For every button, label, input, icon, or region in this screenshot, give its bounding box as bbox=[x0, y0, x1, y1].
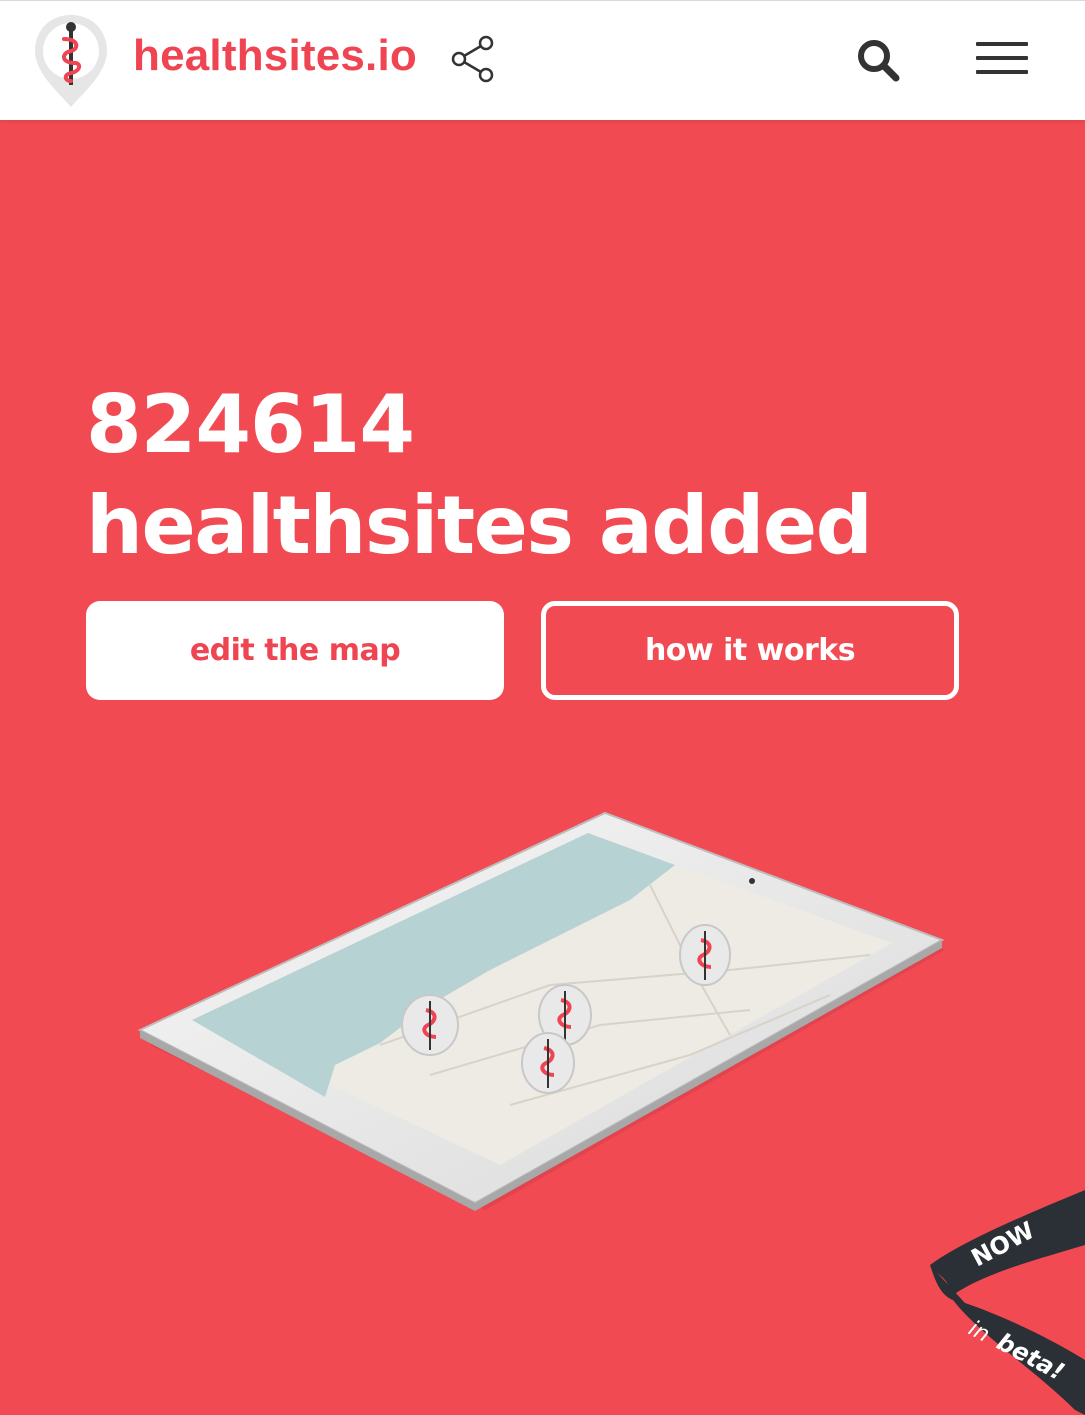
top-navbar: healthsites.io bbox=[0, 0, 1085, 120]
now-in-beta-ribbon[interactable]: NOW in beta! bbox=[925, 1185, 1085, 1415]
share-icon[interactable] bbox=[448, 34, 498, 84]
map-pin-icon bbox=[521, 1032, 575, 1094]
brand-link[interactable]: healthsites.io bbox=[133, 31, 417, 81]
search-icon[interactable] bbox=[855, 37, 901, 83]
caduceus-pin-logo-icon[interactable] bbox=[31, 13, 111, 109]
map-pin-icon bbox=[679, 924, 731, 986]
how-it-works-button[interactable]: how it works bbox=[541, 601, 959, 700]
healthsites-count: 824614 bbox=[86, 378, 415, 471]
tablet-map-illustration bbox=[137, 811, 945, 1211]
map-pin-icon bbox=[401, 994, 459, 1056]
hamburger-menu-icon[interactable] bbox=[976, 42, 1028, 76]
edit-map-button[interactable]: edit the map bbox=[86, 601, 504, 700]
healthsites-subtitle: healthsites added bbox=[86, 479, 873, 572]
